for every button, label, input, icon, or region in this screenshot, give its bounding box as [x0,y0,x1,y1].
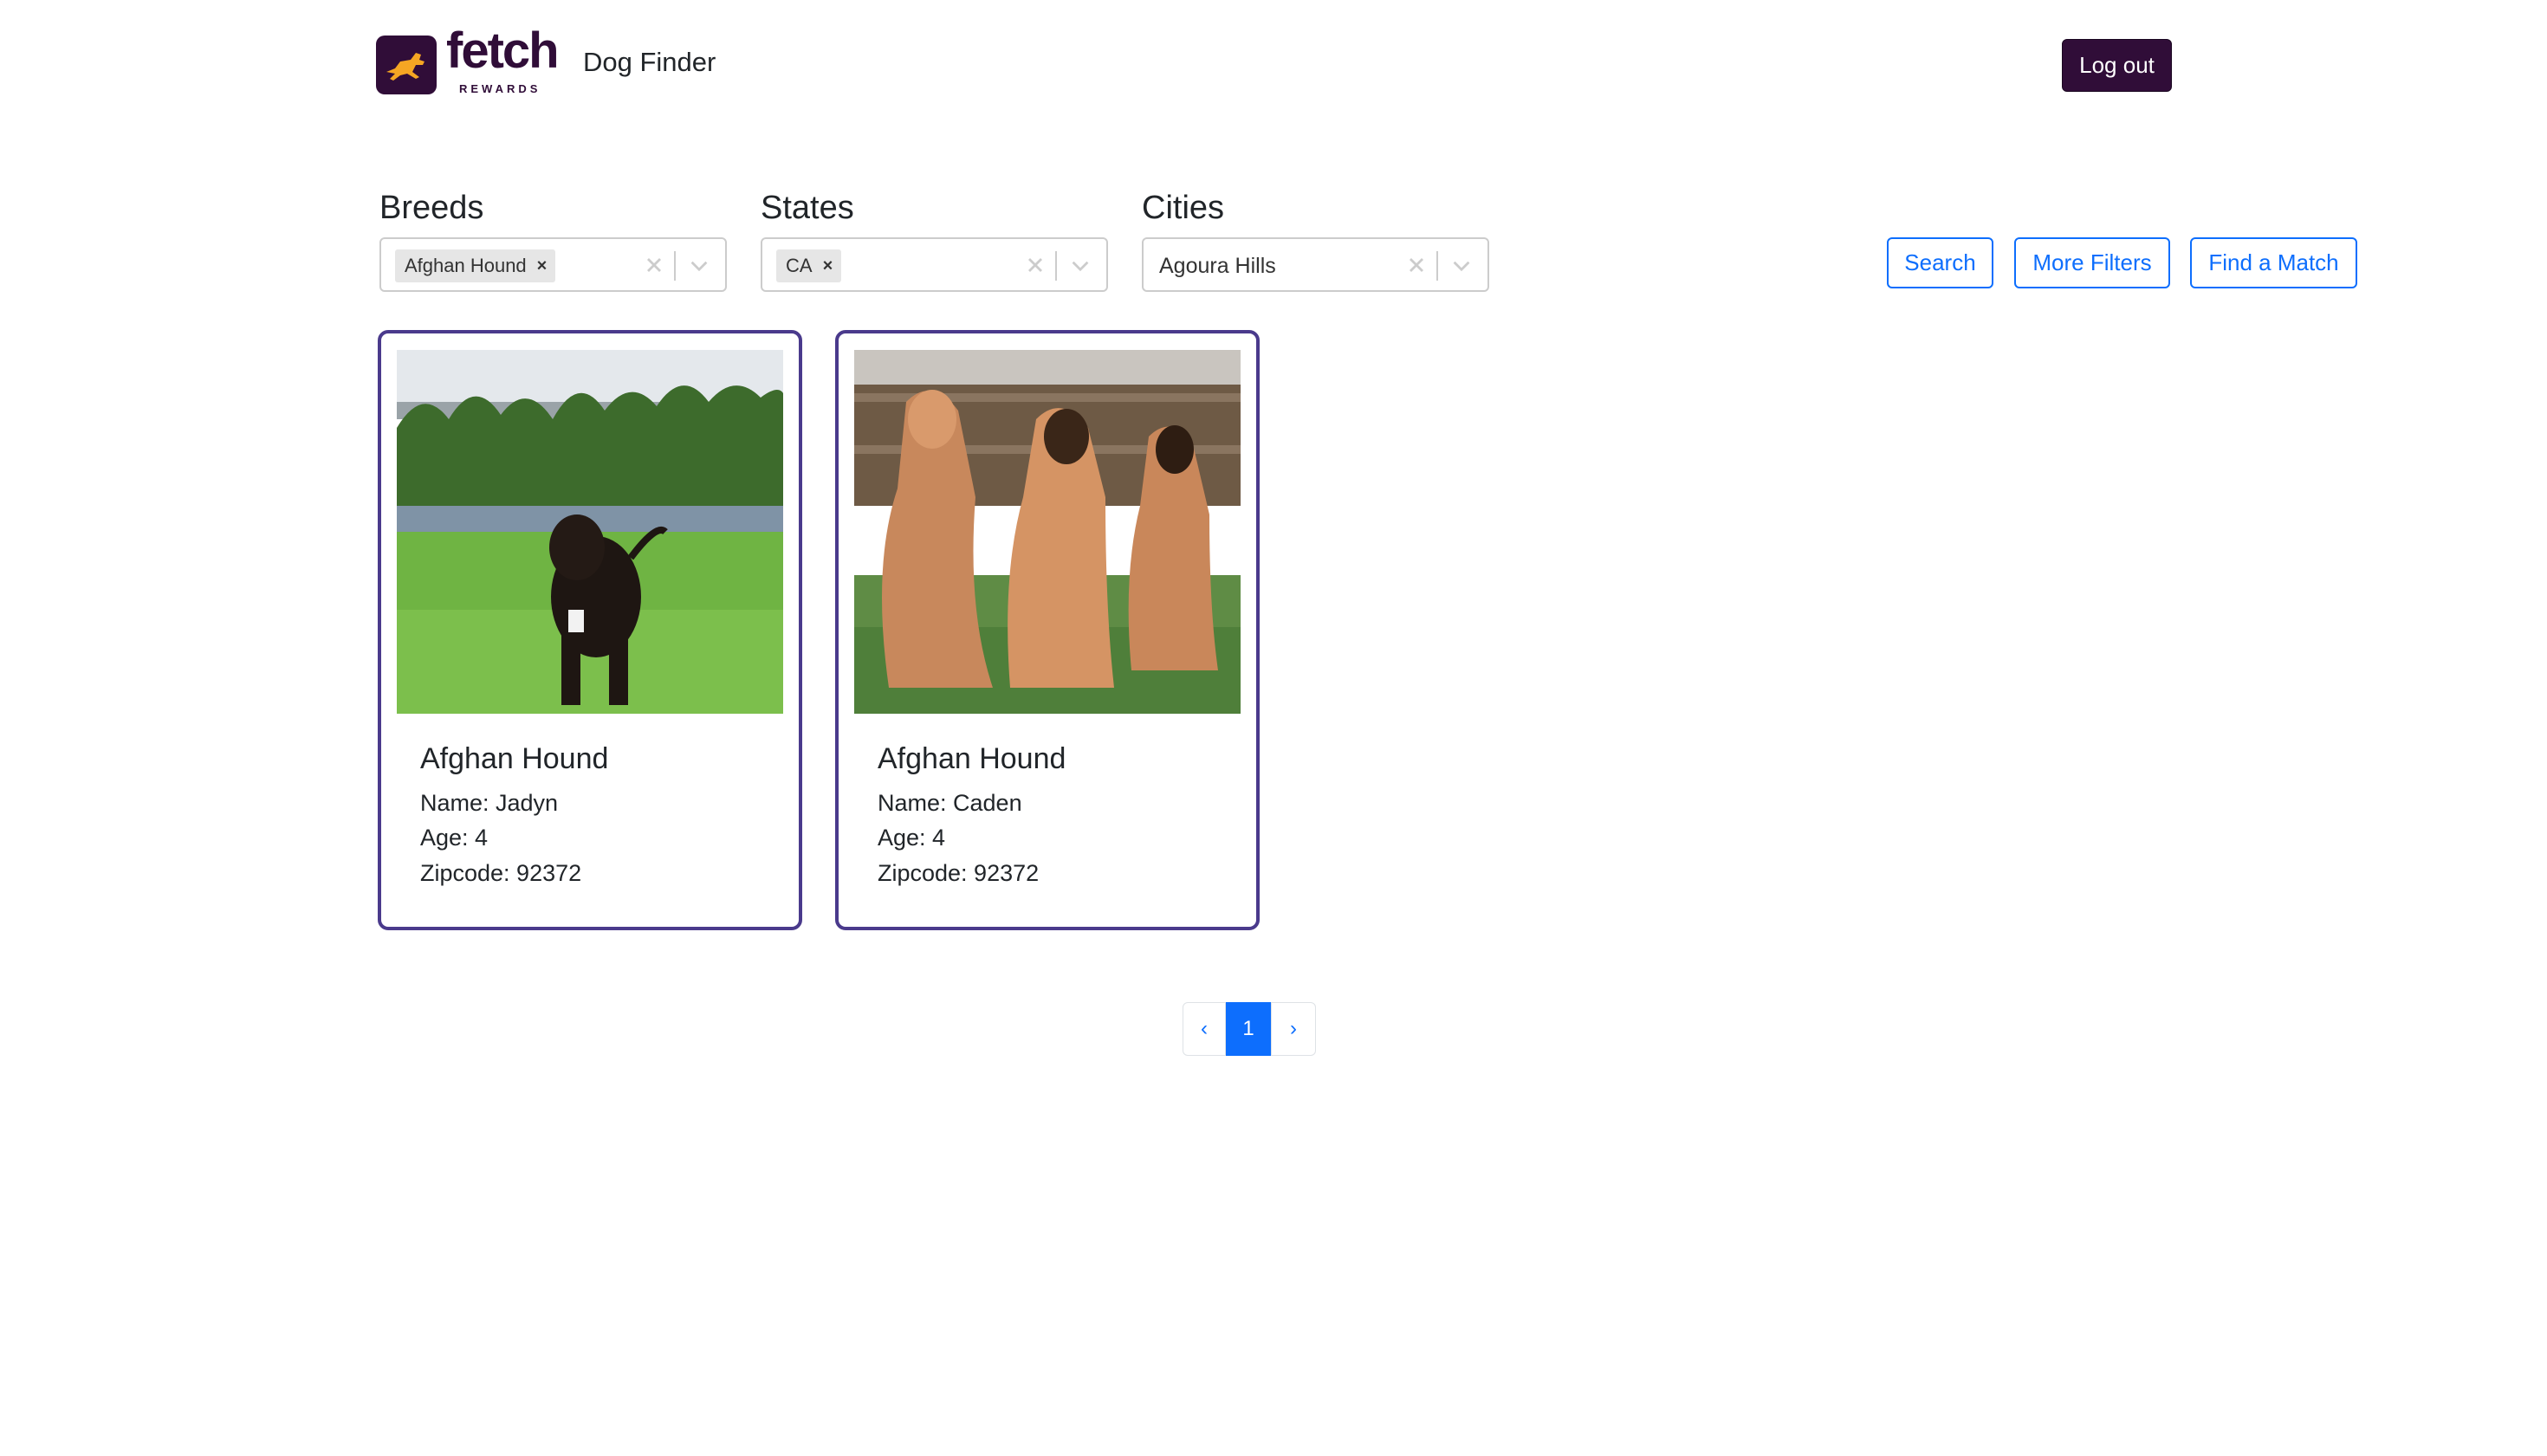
running-dog-icon [386,53,424,81]
app-title: Dog Finder [583,47,716,77]
page-number-current[interactable]: 1 [1226,1002,1271,1056]
breed-chip-label: Afghan Hound [405,255,527,276]
logout-button[interactable]: Log out [2062,39,2172,92]
state-chip: CA × [776,249,842,282]
logo-wordmark: fetch [446,23,560,79]
breed-chip: Afghan Hound × [395,249,556,282]
states-label: States [761,190,854,226]
dog-photo [397,350,783,714]
close-icon[interactable]: × [535,256,556,276]
pagination: ‹ 1 › [1183,1002,1316,1056]
clear-x-icon[interactable] [642,253,666,277]
breeds-select[interactable]: Afghan Hound × [379,237,727,292]
chevron-down-icon[interactable] [1068,254,1092,278]
dog-breed: Afghan Hound [878,742,1066,775]
dog-photo [854,350,1241,714]
clear-x-icon[interactable] [1023,253,1047,277]
logo-subtitle: REWARDS [459,82,541,95]
logo-badge [376,36,437,94]
chevron-left-icon[interactable]: ‹ [1183,1002,1226,1056]
dog-zipcode: Zipcode: 92372 [878,860,1040,886]
dog-name: Name: Caden [878,790,1022,816]
state-chip-label: CA [786,255,813,276]
chevron-right-icon[interactable]: › [1271,1002,1316,1056]
dog-card[interactable]: Afghan Hound Name: Caden Age: 4 Zipcode:… [835,330,1260,930]
states-select[interactable]: CA × [761,237,1108,292]
dog-zipcode: Zipcode: 92372 [420,860,582,886]
dog-age: Age: 4 [420,825,489,851]
indicator-separator [674,251,676,281]
more-filters-button[interactable]: More Filters [2014,237,2170,288]
find-match-button[interactable]: Find a Match [2190,237,2357,288]
indicator-separator [1055,251,1057,281]
dog-card[interactable]: Afghan Hound Name: Jadyn Age: 4 Zipcode:… [378,330,802,930]
dog-name: Name: Jadyn [420,790,559,816]
city-value: Agoura Hills [1159,254,1276,278]
indicator-separator [1436,251,1438,281]
close-icon[interactable]: × [821,256,842,276]
breeds-label: Breeds [379,190,484,226]
clear-x-icon[interactable] [1404,253,1429,277]
cities-label: Cities [1142,190,1225,226]
dog-breed: Afghan Hound [420,742,609,775]
dog-age: Age: 4 [878,825,946,851]
cities-select[interactable]: Agoura Hills [1142,237,1489,292]
chevron-down-icon[interactable] [687,254,711,278]
chevron-down-icon[interactable] [1449,254,1474,278]
search-button[interactable]: Search [1887,237,1993,288]
